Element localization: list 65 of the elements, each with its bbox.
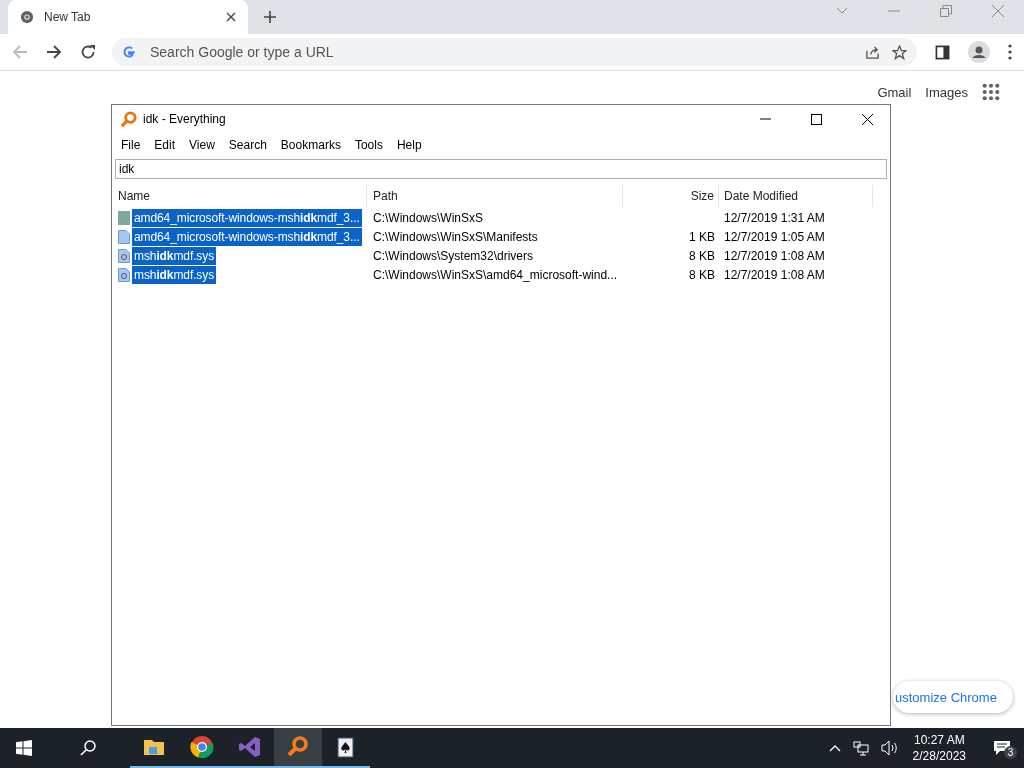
side-panel-icon[interactable] <box>935 44 950 60</box>
header-link[interactable]: Images <box>925 84 968 100</box>
file-path: C:\Windows\WinSxS\Manifests <box>373 229 538 244</box>
column-header[interactable]: Name <box>112 185 367 207</box>
file-name[interactable]: mshidkmdf.sys <box>132 246 217 265</box>
file-size: 8 KB <box>689 267 715 282</box>
gear-file-icon <box>118 248 130 263</box>
maximize-icon[interactable] <box>811 113 822 125</box>
file-path: C:\Windows\WinSxS <box>373 210 484 225</box>
column-header[interactable]: Path <box>367 185 623 207</box>
clock-date[interactable]: 2/28/2023 <box>912 748 966 764</box>
search-field[interactable]: idk <box>115 159 887 179</box>
menu-item[interactable]: File <box>114 136 148 154</box>
date-modified: 12/7/2019 1:08 AM <box>724 267 825 282</box>
chevron-up-icon[interactable] <box>828 744 841 752</box>
file-path: C:\Windows\WinSxS\amd64_microsoft-wind... <box>373 267 618 282</box>
close-icon[interactable] <box>226 12 236 22</box>
more-icon[interactable] <box>1008 44 1012 60</box>
share-icon[interactable] <box>865 44 880 60</box>
window-title: idk - Everything <box>143 112 226 126</box>
network-icon[interactable] <box>852 740 869 756</box>
star-icon[interactable] <box>892 44 907 60</box>
menu-item[interactable]: Search <box>221 136 274 154</box>
apps-grid-icon[interactable] <box>982 83 1000 101</box>
chevron-down-icon[interactable] <box>836 7 848 15</box>
date-modified: 12/7/2019 1:31 AM <box>724 210 825 225</box>
magnifier-icon <box>120 110 137 128</box>
windows-icon[interactable] <box>16 740 32 756</box>
magnifier-icon[interactable] <box>286 735 310 759</box>
menu-item[interactable]: View <box>182 136 222 154</box>
menu-item[interactable]: Edit <box>147 136 183 154</box>
menu-item[interactable]: Bookmarks <box>273 136 348 154</box>
forward-icon[interactable] <box>46 44 62 60</box>
file-icon <box>118 229 130 244</box>
browser-tab[interactable]: New Tab <box>8 0 248 34</box>
file-name[interactable]: mshidkmdf.sys <box>132 265 217 284</box>
reload-icon[interactable] <box>80 44 96 60</box>
profile-icon[interactable] <box>968 41 990 63</box>
studio-icon[interactable] <box>238 735 262 759</box>
google-icon <box>122 45 136 59</box>
restore-icon[interactable] <box>940 5 952 17</box>
column-header[interactable]: Size <box>623 185 719 207</box>
clock-time[interactable]: 10:27 AM <box>913 732 965 748</box>
file-size: 8 KB <box>689 248 715 263</box>
gear-file-icon <box>118 267 130 282</box>
customize-button[interactable]: ustomize Chrome <box>893 681 1013 713</box>
speaker-icon[interactable] <box>880 740 899 756</box>
date-modified: 12/7/2019 1:05 AM <box>724 229 825 244</box>
close-icon[interactable] <box>862 113 873 125</box>
header-link[interactable]: Gmail <box>877 84 912 100</box>
file-name[interactable]: amd64_microsoft-windows-mshidkmdf_3... <box>132 208 362 227</box>
column-header[interactable]: Date Modified <box>719 185 873 207</box>
folder-icon <box>118 210 130 225</box>
address-bar[interactable]: Search Google or type a URL <box>112 38 917 66</box>
menu-item[interactable]: Tools <box>347 136 390 154</box>
file-path: C:\Windows\System32\drivers <box>373 248 534 263</box>
menu-item[interactable]: Help <box>389 136 429 154</box>
chrome-icon[interactable] <box>190 735 214 759</box>
chrome-icon <box>20 10 34 24</box>
file-size: 1 KB <box>689 229 715 244</box>
search-icon[interactable] <box>80 740 96 756</box>
file-name[interactable]: amd64_microsoft-windows-mshidkmdf_3... <box>132 227 362 246</box>
new-tab-icon[interactable] <box>264 11 276 23</box>
date-modified: 12/7/2019 1:08 AM <box>724 248 825 263</box>
notification-badge: 3 <box>1004 746 1017 759</box>
